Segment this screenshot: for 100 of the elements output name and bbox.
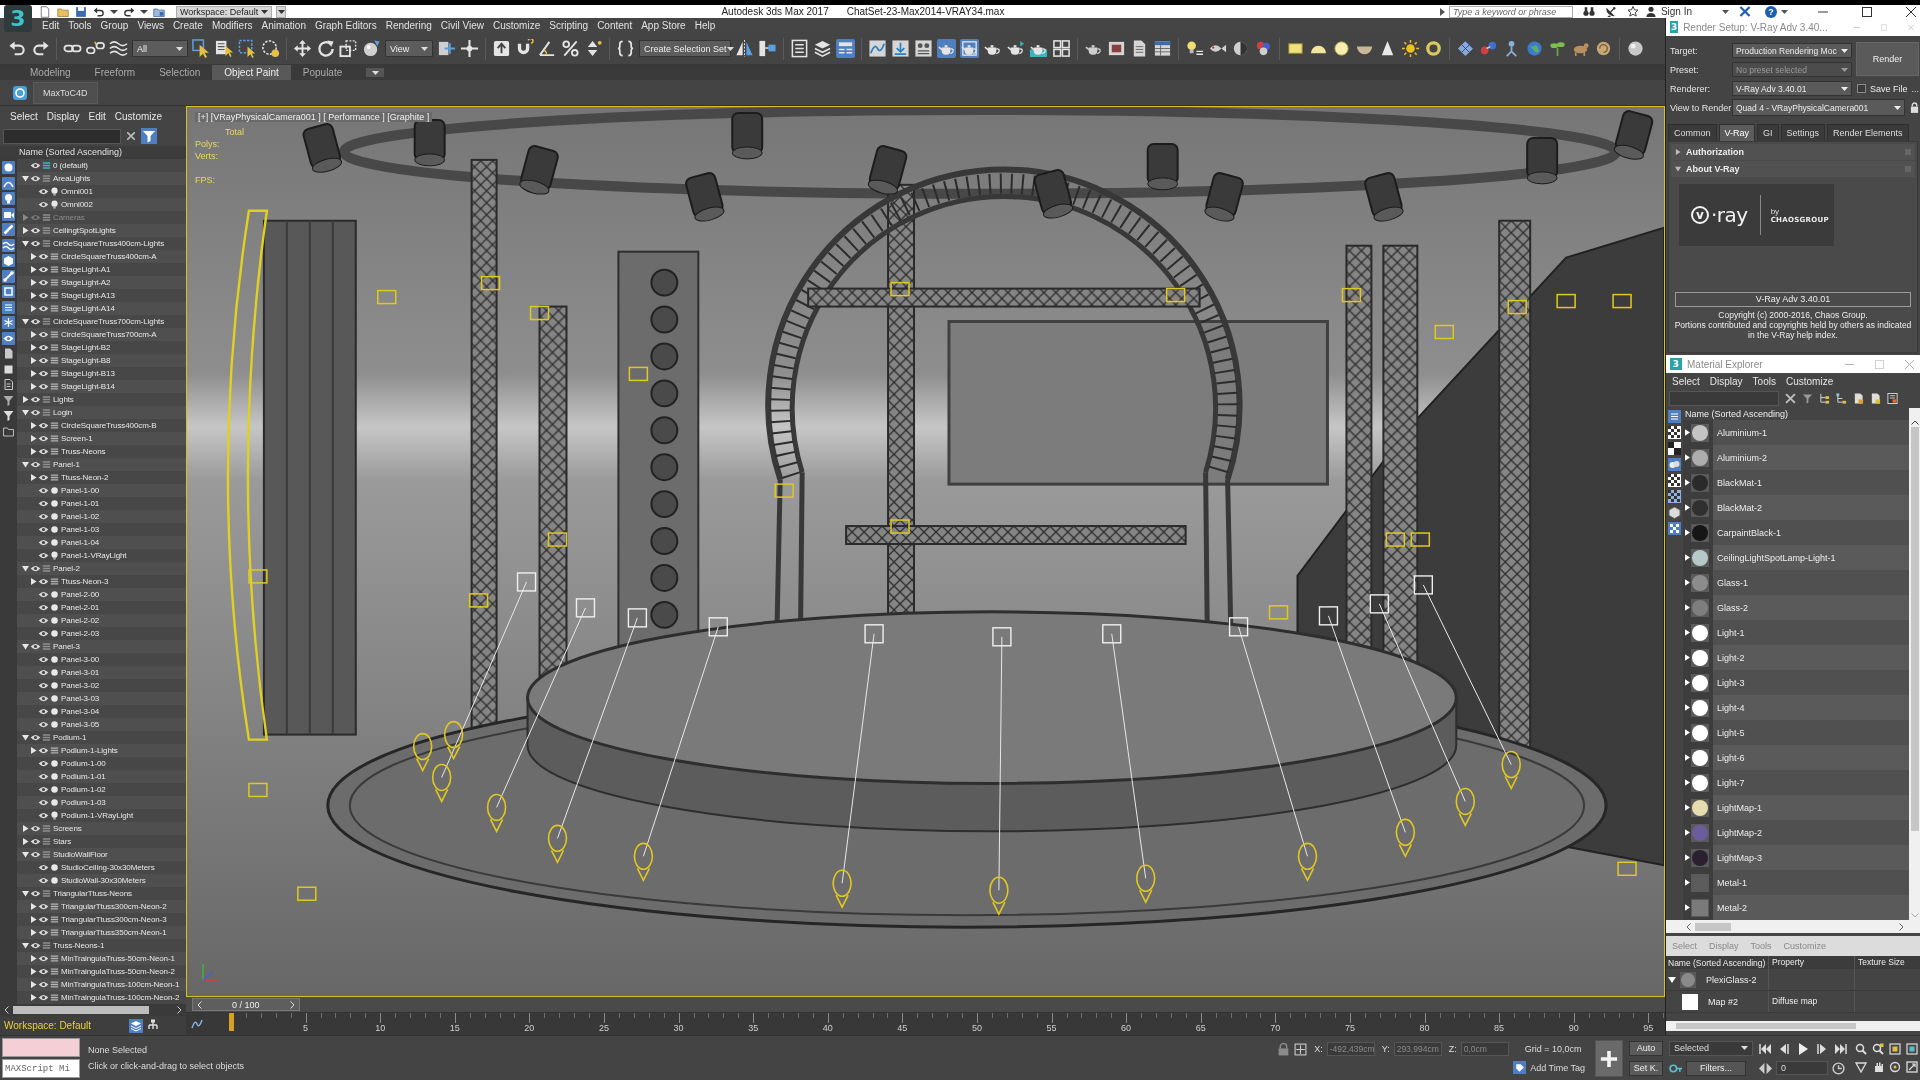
caret-icon[interactable] (29, 422, 37, 429)
next-frame-icon[interactable] (1816, 1043, 1828, 1054)
braces-icon[interactable] (616, 39, 635, 58)
eye-icon[interactable] (38, 201, 49, 208)
horizontal-scrollbar[interactable] (1666, 920, 1920, 933)
eye-icon[interactable] (38, 422, 49, 429)
eye-icon[interactable] (38, 877, 49, 884)
document-icon[interactable] (1887, 393, 1898, 404)
hierarchy-icon[interactable] (1819, 393, 1830, 404)
checker-icon[interactable] (1668, 522, 1681, 535)
menu-item[interactable]: Views (137, 20, 164, 31)
document-icon[interactable] (1853, 393, 1864, 404)
previous-frame-icon[interactable] (1778, 1043, 1790, 1054)
menu-item[interactable]: Display (46, 110, 80, 122)
tab[interactable]: V-Ray (1718, 124, 1756, 141)
ribbon-tab[interactable]: Modeling (18, 65, 83, 80)
tree-item[interactable]: Panel-1-00 (17, 484, 186, 497)
menu-item[interactable]: Help (694, 20, 716, 31)
menu-item[interactable]: Create (172, 20, 203, 31)
menu-item[interactable]: Customize (493, 20, 541, 31)
material-item[interactable]: Light-6 (1683, 745, 1909, 770)
curve-icon[interactable] (868, 39, 887, 58)
globe-icon[interactable] (1525, 39, 1544, 58)
eye-icon[interactable] (38, 994, 49, 1001)
list-cursor-icon[interactable] (215, 39, 234, 58)
tree-item[interactable]: Omni002 (17, 198, 186, 211)
wave-icon[interactable] (109, 39, 128, 58)
eye-icon[interactable] (38, 383, 49, 390)
tree-item[interactable]: Panel-2-02 (17, 614, 186, 627)
sphere-cursor-icon[interactable] (362, 39, 381, 58)
caret-icon[interactable] (29, 344, 37, 351)
x-icon[interactable] (1739, 6, 1751, 17)
ribbon-tab[interactable]: Freeform (82, 65, 148, 80)
funnel-icon[interactable] (141, 128, 157, 144)
caret-icon[interactable] (29, 968, 37, 975)
grid-icon[interactable] (1052, 39, 1071, 58)
quick-access-menu-button[interactable] (276, 5, 286, 18)
ribbon-tab[interactable]: Object Paint (212, 65, 291, 80)
hierarchy-icon[interactable] (1836, 393, 1847, 404)
scrollbar-thumb[interactable] (1676, 1023, 1856, 1029)
eye-icon[interactable] (30, 162, 41, 169)
caret-icon[interactable] (21, 942, 29, 949)
tree-item[interactable]: Screen-1 (17, 432, 186, 445)
eye-icon[interactable] (38, 552, 49, 559)
ring-icon[interactable] (1424, 39, 1443, 58)
tree-item[interactable]: StudioWall-30x30Meters (17, 874, 186, 887)
eye-icon[interactable] (30, 838, 41, 845)
diamond-grid-icon[interactable] (1456, 39, 1475, 58)
eye-icon[interactable] (38, 760, 49, 767)
caret-icon[interactable] (21, 240, 29, 247)
filters-button[interactable]: Filters... (1686, 1060, 1746, 1076)
ring-app-icon[interactable] (13, 85, 27, 100)
go-to-start-icon[interactable] (1759, 1043, 1771, 1054)
cursor-icon[interactable] (192, 39, 211, 58)
toolbar-dropdown[interactable]: Create Selection Set (639, 40, 731, 57)
eye-icon[interactable] (38, 539, 49, 546)
field-of-view-icon[interactable] (1855, 1061, 1867, 1073)
eye-icon[interactable] (38, 968, 49, 975)
material-item[interactable]: BlackMat-1 (1683, 470, 1909, 495)
tree-item[interactable]: Panel-2-00 (17, 588, 186, 601)
sphere-icon[interactable] (1626, 39, 1645, 58)
eye-icon[interactable] (38, 799, 49, 806)
tree-item[interactable]: Panel-2 (17, 562, 186, 575)
eye-icon[interactable] (38, 448, 49, 455)
shell-icon[interactable] (1594, 39, 1613, 58)
viewport[interactable]: [+] [VRayPhysicalCamera001 ] [ Performance ] [Graphite ] Total Polys: Verts: FPS: (186, 106, 1665, 997)
orbit-icon[interactable] (1889, 1061, 1901, 1073)
caret-icon[interactable] (29, 305, 37, 312)
material-item[interactable]: CarpaintBlack-1 (1683, 520, 1909, 545)
tree-item[interactable]: StageLight-A14 (17, 302, 186, 315)
sphere-icon[interactable] (2, 161, 15, 174)
caret-icon[interactable] (29, 994, 37, 1001)
chevron-right-icon[interactable] (1899, 922, 1904, 931)
column-header[interactable]: Name (Sorted Ascending) (1683, 408, 1909, 420)
eye-icon[interactable] (38, 981, 49, 988)
menu-item[interactable]: Select (10, 110, 38, 122)
eye-icon[interactable] (38, 513, 49, 520)
ribbon-tab[interactable]: Selection (147, 65, 213, 80)
eye-icon[interactable] (38, 773, 49, 780)
menu-item[interactable]: Rendering (385, 20, 432, 31)
key-icon[interactable] (1669, 1061, 1682, 1075)
render-button[interactable]: Render (1856, 42, 1920, 76)
teapot-icon[interactable] (1006, 39, 1025, 58)
tree-item[interactable]: CircleSquareTruss700cm-A (17, 328, 186, 341)
horizontal-scrollbar[interactable] (0, 1004, 186, 1016)
eye-icon[interactable] (30, 318, 41, 325)
rollout-header[interactable]: About V-Ray (1671, 161, 1915, 177)
eye-icon[interactable] (38, 578, 49, 585)
tree-item[interactable]: StageLight-B8 (17, 354, 186, 367)
rollout-header[interactable]: Authorization (1671, 144, 1915, 160)
current-frame-marker[interactable] (229, 1013, 234, 1031)
material-grid-icon[interactable] (914, 39, 933, 58)
spheres-icon[interactable] (1668, 458, 1681, 471)
caret-icon[interactable] (21, 227, 29, 234)
caret-icon[interactable] (21, 565, 29, 572)
move-icon[interactable] (293, 39, 312, 58)
expand-arrow-icon[interactable] (1439, 7, 1445, 16)
menu-item[interactable]: Modifiers (211, 20, 253, 31)
material-item[interactable]: Glass-2 (1683, 595, 1909, 620)
chevron-left-icon[interactable] (1686, 922, 1691, 931)
